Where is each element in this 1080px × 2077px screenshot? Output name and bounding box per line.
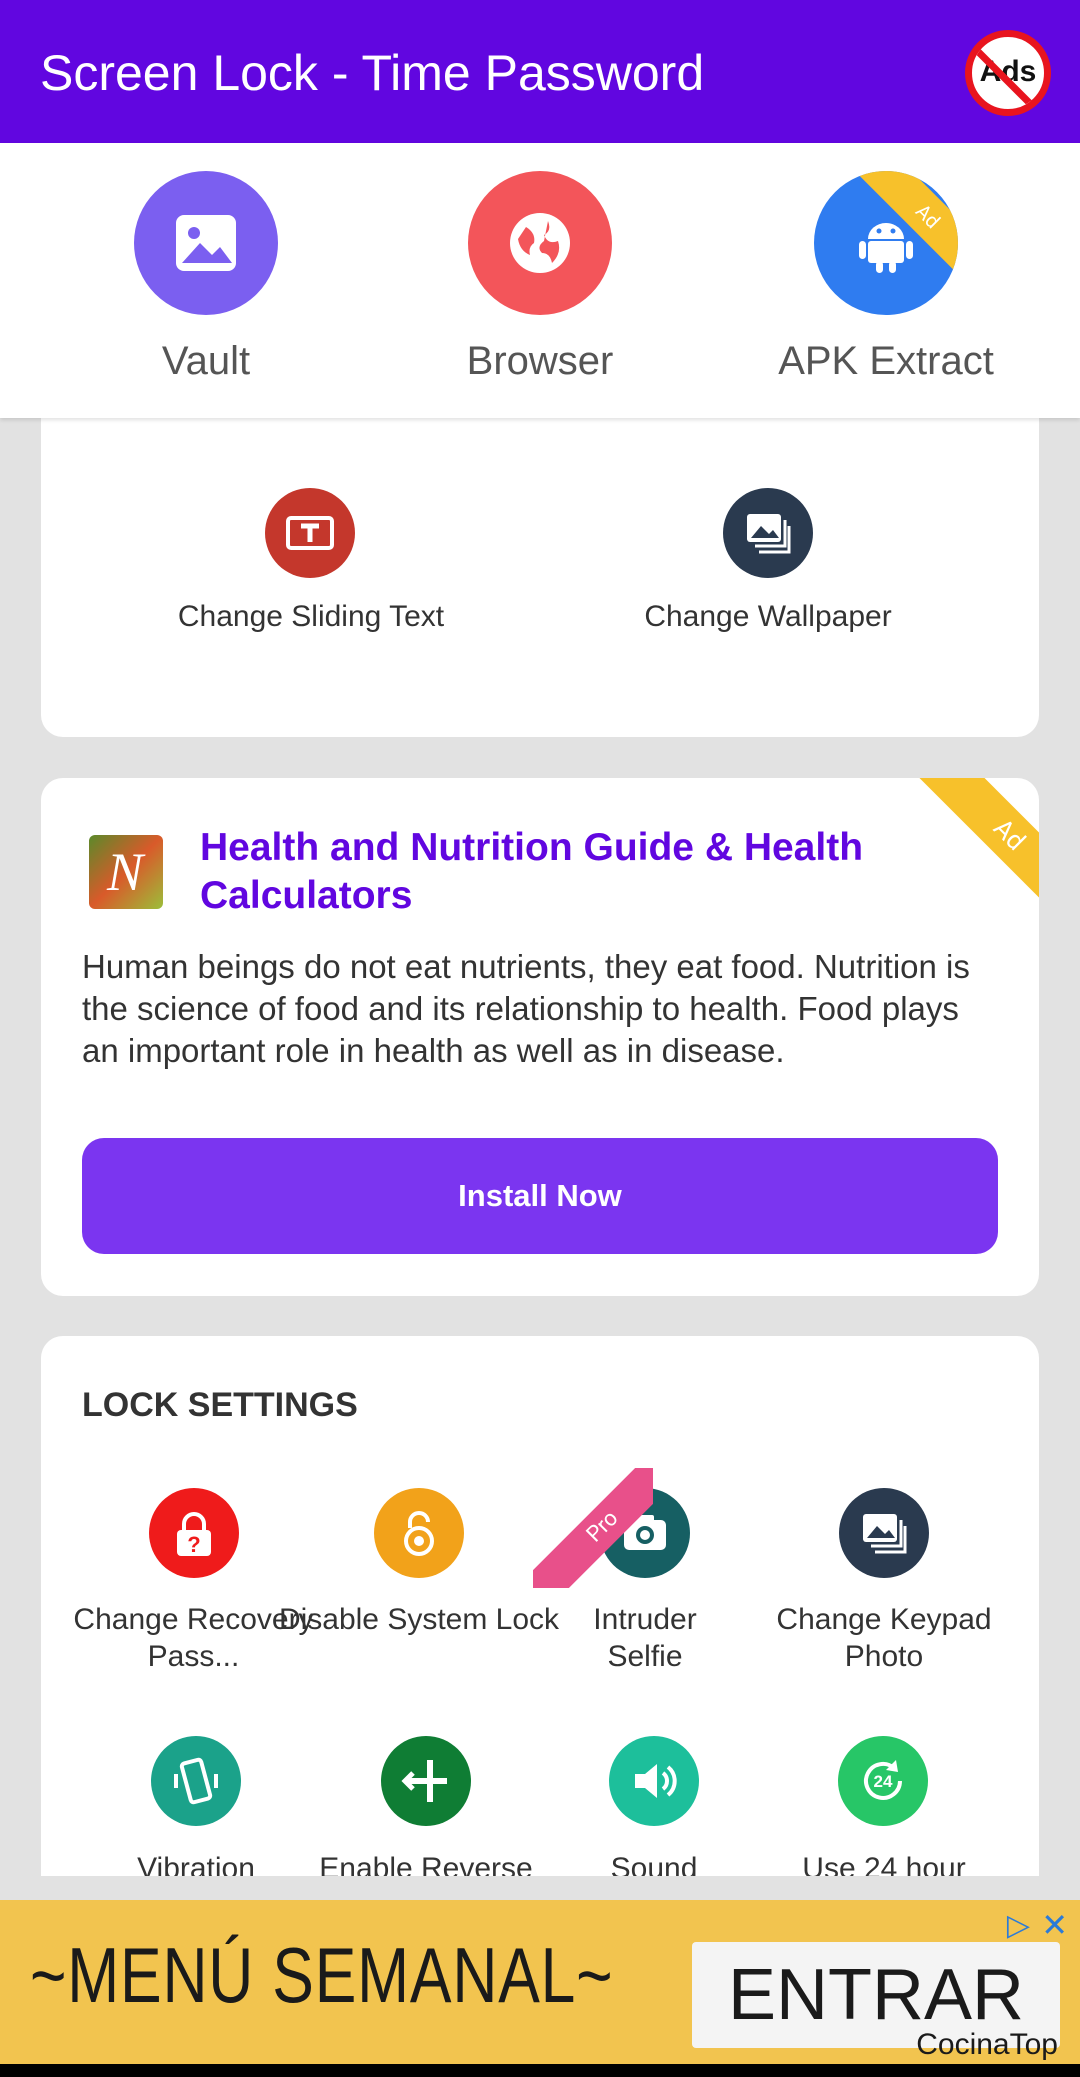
- pro-badge: Pro: [533, 1468, 653, 1588]
- banner-headline: ~MENÚ SEMANAL~: [30, 1931, 614, 2019]
- svg-text:?: ?: [187, 1532, 200, 1557]
- lock-settings-card: LOCK SETTINGS ? Change Recovery Pass... …: [41, 1336, 1039, 1876]
- native-ad-card[interactable]: N Health and Nutrition Guide & Health Ca…: [41, 778, 1039, 1296]
- wallpaper-icon[interactable]: [723, 488, 813, 578]
- banner-ad[interactable]: ~MENÚ SEMANAL~ ENTRAR CocinaTop ▷ ✕: [0, 1900, 1080, 2064]
- ad-app-logo: N: [89, 835, 163, 909]
- vibration-icon[interactable]: [151, 1736, 241, 1826]
- ad-badge: Ad: [858, 171, 958, 271]
- vibration-label[interactable]: Vibration: [81, 1850, 311, 1876]
- adchoices-icon[interactable]: ▷: [1007, 1908, 1030, 1943]
- svg-text:24: 24: [874, 1772, 893, 1791]
- ad-badge: Ad: [909, 778, 1039, 908]
- sound-icon[interactable]: [609, 1736, 699, 1826]
- clock-24-icon[interactable]: 24: [838, 1736, 928, 1826]
- reverse-icon[interactable]: [381, 1736, 471, 1826]
- banner-brand: CocinaTop: [916, 2028, 1058, 2061]
- quick-app-label: Vault: [161, 339, 251, 383]
- lock-question-icon[interactable]: ?: [149, 1488, 239, 1578]
- sliding-text-icon[interactable]: [265, 488, 355, 578]
- quick-app-vault[interactable]: Vault: [76, 171, 336, 384]
- app-bar: Screen Lock - Time Password Ads: [0, 0, 1080, 143]
- globe-icon: [468, 171, 612, 315]
- ad-description: Human beings do not eat nutrients, they …: [82, 948, 970, 1069]
- customize-card: Change Sliding Text Change Wallpaper: [41, 380, 1039, 737]
- intruder-selfie-label[interactable]: Intruder Selfie: [555, 1601, 735, 1675]
- close-icon[interactable]: ✕: [1041, 1906, 1068, 1944]
- quick-app-browser[interactable]: Browser: [410, 171, 670, 384]
- android-icon: Ad: [814, 171, 958, 315]
- app-title: Screen Lock - Time Password: [40, 45, 705, 101]
- keypad-photo-icon[interactable]: [839, 1488, 929, 1578]
- section-title: LOCK SETTINGS: [82, 1386, 358, 1424]
- enable-reverse-label[interactable]: Enable Reverse: [291, 1850, 561, 1876]
- unlock-icon[interactable]: [374, 1488, 464, 1578]
- bottom-edge: [0, 2064, 1080, 2077]
- quick-app-label: Browser: [466, 339, 614, 383]
- sound-label[interactable]: Sound: [569, 1850, 739, 1876]
- change-wallpaper-label[interactable]: Change Wallpaper: [598, 598, 938, 635]
- disable-system-lock-label[interactable]: Disable System Lock: [261, 1601, 577, 1638]
- quick-app-apk-extract[interactable]: Ad APK Extract: [756, 171, 1016, 384]
- remove-ads-button[interactable]: Ads: [965, 30, 1051, 116]
- use-24-hour-label[interactable]: Use 24 hour: [759, 1850, 1009, 1876]
- change-keypad-photo-label[interactable]: Change Keypad Photo: [759, 1601, 1009, 1675]
- install-now-button[interactable]: Install Now: [82, 1138, 998, 1254]
- quick-apps-row: Vault Browser Ad APK Extract: [0, 143, 1080, 418]
- quick-app-label: APK Extract: [778, 339, 994, 383]
- ad-title[interactable]: Health and Nutrition Guide & Health Calc…: [200, 824, 900, 920]
- change-sliding-text-label[interactable]: Change Sliding Text: [141, 598, 481, 635]
- image-icon: [134, 171, 278, 315]
